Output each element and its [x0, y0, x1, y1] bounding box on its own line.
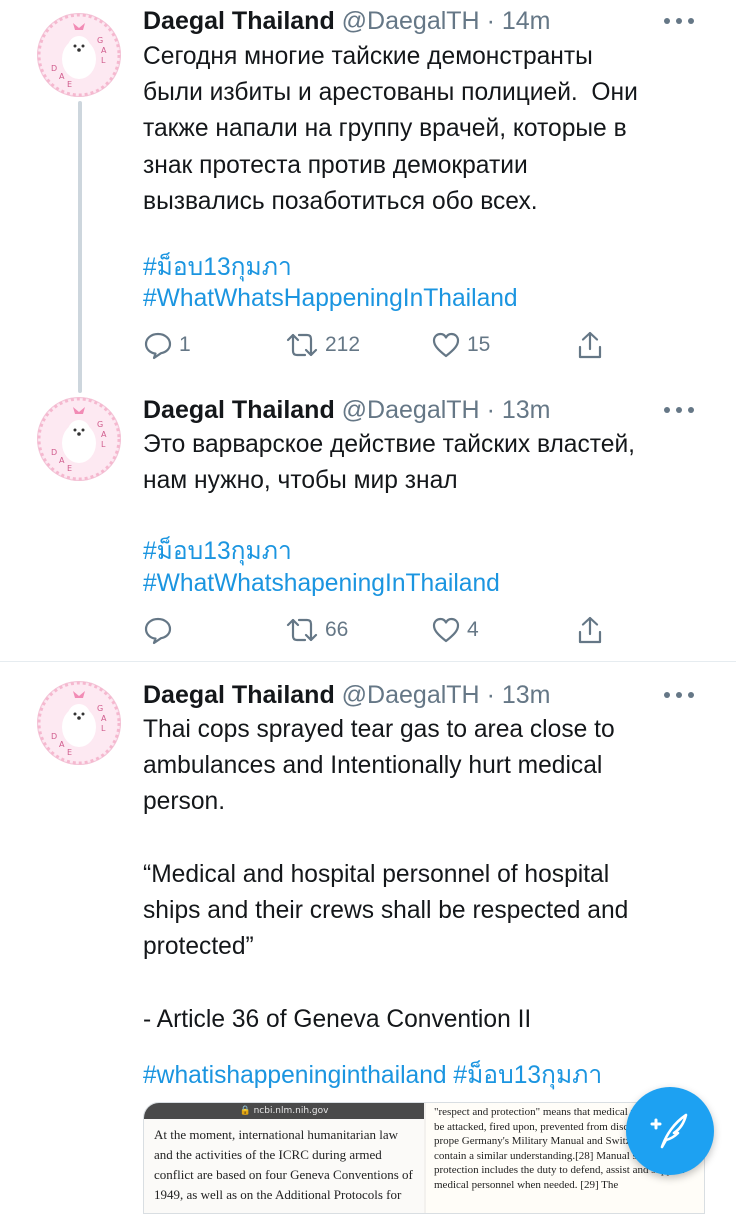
retweet-count: 66: [325, 618, 349, 641]
reply-count: 1: [179, 333, 191, 356]
svg-text:A: A: [59, 456, 65, 465]
svg-text:D: D: [51, 732, 57, 741]
separator-dot: ·: [486, 396, 495, 424]
tweet-divider: [0, 661, 736, 662]
svg-text:A: A: [101, 46, 107, 55]
author-handle[interactable]: @DaegalTH: [342, 396, 480, 424]
reply-button[interactable]: [143, 615, 179, 645]
author-handle[interactable]: @DaegalTH: [342, 7, 480, 35]
avatar-image: D A E G A L: [37, 13, 121, 97]
hashtag-link[interactable]: #ม็อบ13กุมภา: [453, 1062, 602, 1089]
timestamp[interactable]: 14m: [502, 7, 551, 35]
svg-text:D: D: [51, 64, 57, 73]
avatar-image: D A E G A L: [37, 681, 121, 765]
reply-icon: [144, 332, 172, 360]
retweet-button[interactable]: 212: [285, 330, 360, 360]
avatar[interactable]: D A E G A L: [37, 397, 121, 481]
svg-text:A: A: [59, 740, 65, 749]
retweet-icon: [286, 333, 318, 357]
svg-text:A: A: [101, 714, 107, 723]
tweet-header: Daegal Thailand @DaegalTH · 13m: [143, 680, 550, 710]
svg-text:E: E: [67, 464, 72, 473]
retweet-icon: [286, 618, 318, 642]
tweet-actions: 66 4: [143, 615, 613, 645]
retweet-button[interactable]: 66: [285, 615, 348, 645]
hashtag-link[interactable]: #WhatWhatshapeningInThailand: [143, 566, 713, 602]
separator-dot: ·: [486, 681, 495, 709]
svg-text:G: G: [97, 36, 103, 45]
svg-text:E: E: [67, 80, 72, 89]
author-handle[interactable]: @DaegalTH: [342, 681, 480, 709]
svg-text:D: D: [51, 448, 57, 457]
tweet-header: Daegal Thailand @DaegalTH · 14m: [143, 6, 550, 36]
tweet-actions: 1 212 15: [143, 330, 613, 360]
svg-text:L: L: [101, 724, 106, 733]
compose-tweet-button[interactable]: [626, 1087, 714, 1175]
svg-text:G: G: [97, 704, 103, 713]
timestamp[interactable]: 13m: [502, 681, 551, 709]
tweet-text: Это варварское действие тайских властей,…: [143, 431, 636, 495]
more-icon[interactable]: [664, 687, 694, 703]
retweet-count: 212: [325, 333, 361, 356]
more-icon[interactable]: [664, 13, 694, 29]
reply-button[interactable]: 1: [143, 330, 191, 360]
svg-text:E: E: [67, 748, 72, 757]
like-button[interactable]: 15: [431, 330, 490, 360]
like-count: 4: [467, 618, 479, 641]
svg-text:G: G: [97, 420, 103, 429]
timestamp[interactable]: 13m: [502, 396, 551, 424]
svg-text:A: A: [59, 72, 65, 81]
avatar-image: D A E G A L: [37, 397, 121, 481]
tweet-text: Сегодня многие тайские демонстранты были…: [143, 43, 638, 215]
share-icon: [578, 331, 602, 359]
like-count: 15: [467, 333, 491, 356]
thread-connector-line: [78, 101, 82, 393]
compose-feather-icon: [650, 1113, 688, 1149]
like-icon: [432, 617, 460, 643]
hashtag-link[interactable]: #whatishappeninginthailand: [143, 1062, 447, 1089]
share-button[interactable]: [576, 615, 604, 645]
svg-text:L: L: [101, 56, 106, 65]
svg-text:A: A: [101, 430, 107, 439]
author-name[interactable]: Daegal Thailand: [143, 396, 335, 424]
hashtag-link[interactable]: #ม็อบ13กุมภา: [143, 534, 713, 570]
tweet-text: Thai cops sprayed tear gas to area close…: [143, 716, 629, 1033]
hashtag-row: #whatishappeninginthailand #ม็อบ13กุมภา: [143, 1058, 713, 1094]
separator-dot: ·: [486, 7, 495, 35]
avatar[interactable]: D A E G A L: [37, 681, 121, 765]
like-button[interactable]: 4: [431, 615, 479, 645]
like-icon: [432, 332, 460, 358]
more-icon[interactable]: [664, 402, 694, 418]
reply-icon: [144, 617, 172, 645]
tweet-header: Daegal Thailand @DaegalTH · 13m: [143, 395, 550, 425]
article-excerpt-left: At the moment, international humanitaria…: [154, 1127, 413, 1202]
share-icon: [578, 616, 602, 644]
author-name[interactable]: Daegal Thailand: [143, 7, 335, 35]
author-name[interactable]: Daegal Thailand: [143, 681, 335, 709]
share-button[interactable]: [576, 330, 604, 360]
screenshot-left-page: 🔒 ncbi.nlm.nih.gov At the moment, intern…: [144, 1103, 424, 1213]
browser-url-bar: 🔒 ncbi.nlm.nih.gov: [144, 1103, 424, 1119]
attached-image[interactable]: 🔒 ncbi.nlm.nih.gov At the moment, intern…: [143, 1102, 705, 1214]
hashtag-link[interactable]: #WhatWhatsHappeningInThailand: [143, 281, 713, 317]
svg-text:L: L: [101, 440, 106, 449]
avatar[interactable]: D A E G A L: [37, 13, 121, 97]
